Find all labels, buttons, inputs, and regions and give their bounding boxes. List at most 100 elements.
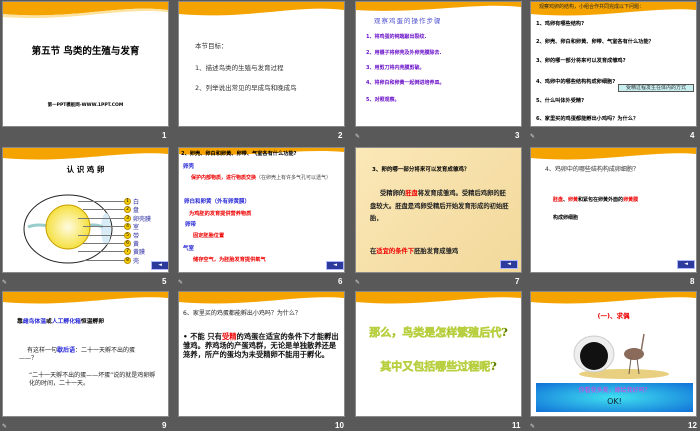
ostrich-image: [573, 333, 669, 379]
title-line: 其中又包括哪些过程呢?: [380, 360, 497, 373]
notes-icon: ✎: [2, 279, 8, 286]
header-wave: [531, 148, 696, 160]
header-wave: [3, 148, 168, 160]
speech-banner: 你看我多美，嫁给我好吗？ OK!: [536, 383, 693, 412]
highlight-term: 雌鸟体温: [22, 319, 47, 325]
step-item: 1、将鸡蛋的钝端敲出裂纹.: [366, 34, 427, 40]
slide-thumbnail-10[interactable]: 6、家里买的鸡蛋都能孵出小鸡吗？为什么？ • 不能 只有受精的鸡蛋在适宜的条件下…: [178, 291, 345, 417]
question-text: 6、家里买的鸡蛋都能孵出小鸡吗？为什么？: [183, 310, 301, 317]
egg-diagram: [23, 194, 113, 264]
term-label: 卵壳: [183, 164, 195, 170]
highlight-term: 胚盘: [405, 190, 418, 197]
answer-text: 不能 只有: [190, 332, 222, 341]
slide-header-text: 观察鸡卵的结构，小组合作共同完成以下问题：: [539, 4, 645, 10]
number-marker: 4: [124, 223, 131, 231]
highlight-term: 卵黄膜: [623, 197, 639, 203]
question-text: 4、鸡卵中的哪些结构构成卵细胞？: [545, 166, 639, 173]
question-item: 3、卵的哪一部分将来可以发育成雏鸡?: [536, 58, 626, 64]
answer-text: 和紧包在卵黄外面的: [578, 197, 624, 203]
answer-text: 受精卵的: [380, 190, 406, 197]
header-wave: [531, 292, 696, 304]
slide-thumbnail-7[interactable]: 3、卵的哪一部分将来可以发育成雏鸡？ 受精卵的胚盘将发育成雏鸡。受精后鸡卵的胚盘…: [355, 147, 522, 273]
description: 储存空气，为胚胎发育提供氧气: [193, 257, 266, 263]
question-item: 1、鸡卵有哪些结构?: [536, 21, 585, 27]
slide-number: 6: [338, 277, 343, 286]
notes-icon: ✎: [355, 133, 361, 140]
number-marker: 8: [124, 256, 131, 264]
description: 保护内部物质，进行物质交换: [191, 175, 257, 181]
step-item: 5、对照观察。: [366, 97, 400, 103]
nav-back-button[interactable]: ◄: [677, 260, 695, 269]
number-marker: 3: [124, 214, 131, 222]
leader-line: [83, 226, 125, 228]
banner-text: 你看我多美，嫁给我好吗？: [578, 387, 651, 394]
header-wave: [356, 292, 521, 304]
notes-icon: ✎: [178, 279, 184, 286]
highlight-term: 人工孵化箱: [51, 319, 81, 325]
slide-number: 4: [690, 131, 695, 140]
steps-heading: 观察鸡蛋的操作步骤: [374, 17, 442, 25]
slide-number: 7: [515, 277, 520, 286]
slide-thumbnail-12[interactable]: (一)、求偶 你看我多美，嫁给我好吗？ OK!: [530, 291, 697, 417]
leader-line: [78, 234, 125, 236]
objective-item: 2、列举说出常见的早成鸟和晚成鸟: [195, 84, 297, 92]
number-marker: 7: [124, 248, 131, 256]
slide-number: 12: [688, 421, 697, 430]
leader-line: [83, 243, 125, 244]
nav-back-button[interactable]: ◄: [500, 260, 518, 269]
slide-thumbnail-4[interactable]: 观察鸡卵的结构，小组合作共同完成以下问题： 1、鸡卵有哪些结构? 2、卵壳、卵白…: [530, 1, 697, 127]
header-wave: [3, 2, 168, 19]
nav-back-button[interactable]: ◄: [326, 261, 344, 270]
question-item: 4、鸡卵中的哪些结构构成卵细胞?: [536, 79, 616, 85]
slide-thumbnail-8[interactable]: 4、鸡卵中的哪些结构构成卵细胞？ 胚盘、卵黄和紧包在卵黄外面的卵黄膜 构成卵细胞…: [530, 147, 697, 273]
callout-box: 受精过程发生在体内的方式: [618, 84, 694, 93]
egg-part-label: 壳: [133, 257, 140, 265]
step-item: 3、用剪刀将内壳膜剪破。: [366, 65, 425, 71]
number-marker: 6: [124, 240, 131, 247]
step-item: 2、用镊子将卵壳及外卵壳膜除去.: [366, 50, 442, 56]
slide-number: 9: [162, 421, 167, 430]
highlight-term: 适宜的条件下: [376, 248, 415, 255]
title-text: 恒温孵卵: [80, 319, 105, 325]
slide-thumbnail-3[interactable]: 观察鸡蛋的操作步骤 1、将鸡蛋的钝端敲出裂纹. 2、用镊子将卵壳及外卵壳膜除去.…: [355, 1, 522, 127]
slide-thumbnail-6[interactable]: 2、卵壳、卵白和卵黄、卵带、气室各有什么功能? 卵壳 保护内部物质，进行物质交换…: [178, 147, 345, 273]
nav-back-button[interactable]: ◄: [151, 261, 168, 270]
slide-thumbnail-11[interactable]: 那么，鸟类是怎样繁殖后代? 其中又包括哪些过程呢?: [355, 291, 522, 417]
banner-ok: OK!: [607, 397, 622, 406]
leader-line: [78, 201, 125, 202]
question-item: 2、卵壳、卵白和卵黄、卵带、气室各有什么功能？: [536, 39, 654, 45]
number-marker: 2: [124, 206, 131, 214]
leader-line: [78, 217, 125, 219]
slide-number: 3: [515, 131, 520, 140]
question-text: 3、卵的哪一部分将来可以发育成雏鸡？: [372, 167, 470, 173]
highlight-term: 胚盘: [553, 197, 564, 203]
slide-thumbnail-9[interactable]: 靠雌鸟体温或人工孵化箱恒温孵卵 有这样一句歇后语：二十一天孵不出的蛋——？ “二…: [2, 291, 169, 417]
slide-thumbnail-5[interactable]: 认 识 鸡 卵 ◄ 1 白 2 盘 3 卵壳膜 4 室 5 带 6 黄 7 黄膜 8 壳: [2, 147, 169, 273]
notes-icon: ✎: [355, 279, 361, 286]
header-wave: [179, 2, 344, 16]
notes-icon: ✎: [530, 133, 536, 140]
slide-number: 2: [338, 131, 343, 140]
slide-thumbnail-2[interactable]: 本节目标： 1、描述鸟类的生殖与发育过程 2、列举说出常见的早成鸟和晚成鸟: [178, 1, 345, 127]
slide-title: 认 识 鸡 卵: [66, 165, 105, 174]
slide-number: 11: [512, 421, 521, 430]
slide-title: 第五节 鸟类的生殖与发育: [31, 46, 140, 57]
header-wave: [179, 292, 344, 304]
notes-icon: ✎: [2, 423, 8, 430]
title-line: 那么，鸟类是怎样繁殖后代?: [369, 326, 508, 339]
leader-line: [83, 259, 125, 261]
term-label: 气室: [183, 246, 195, 252]
notes-icon: ✎: [530, 423, 536, 430]
highlight-term: 歇后语: [57, 347, 76, 354]
term-label: 卵白和卵黄（外有卵黄膜）: [184, 199, 251, 205]
body-text: “二十一天孵不出的蛋——坏蛋”说的就是鸡卵孵化的时间，二十一天。: [29, 372, 156, 387]
question-item: 6、家里买的鸡蛋都能孵出小鸡吗？为什么？: [536, 116, 639, 122]
slide-thumbnail-1[interactable]: 第五节 鸟类的生殖与发育 第一PPT模板网-WWW.1PPT.COM: [2, 1, 169, 127]
header-wave: [3, 292, 168, 304]
slide-number: 10: [335, 421, 344, 430]
question-item: 5、什么叫体外受精?: [536, 98, 585, 104]
highlight-term: 卵黄: [568, 197, 579, 203]
slide-number: 5: [162, 277, 167, 286]
objective-item: 1、描述鸟类的生殖与发育过程: [195, 64, 284, 72]
slide-number: 8: [690, 277, 695, 286]
